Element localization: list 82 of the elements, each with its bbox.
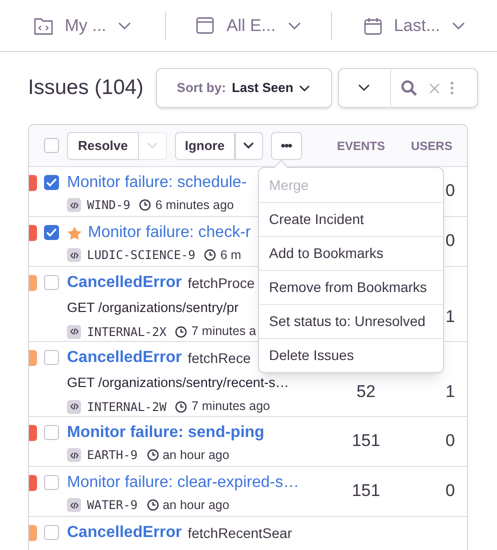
timestamp: 7 minutes ago — [191, 398, 270, 416]
code-icon — [67, 198, 81, 212]
chevron-down-icon — [299, 84, 310, 92]
issue-title[interactable]: CancelledError — [67, 346, 182, 370]
resolve-button[interactable]: Resolve — [67, 132, 139, 160]
checkbox[interactable] — [44, 350, 59, 365]
timestamp: 6 minutes ago — [155, 197, 234, 214]
short-id: INTERNAL-2W — [87, 398, 166, 416]
issue-title[interactable]: Monitor failure: schedule- — [67, 171, 247, 195]
chevron-down-icon — [146, 142, 158, 149]
timestamp: an hour ago — [162, 497, 230, 514]
clock-icon — [204, 249, 216, 262]
chevron-down-icon — [118, 22, 132, 30]
issue-culprit: fetchProce — [188, 274, 255, 292]
clock-icon — [139, 199, 152, 212]
more-actions-button[interactable]: ••• — [270, 132, 302, 160]
timestamp: 6 m — [220, 247, 242, 264]
clock-icon — [175, 400, 188, 413]
timestamp: 7 minutes a — [191, 323, 256, 340]
short-id: INTERNAL-2X — [87, 324, 166, 341]
short-id: WIND-9 — [87, 197, 130, 214]
close-icon[interactable] — [428, 82, 440, 94]
issue-title[interactable]: CancelledError — [67, 271, 182, 295]
issue-title[interactable]: Monitor failure: send-ping — [67, 421, 264, 445]
checkbox[interactable] — [44, 138, 59, 153]
clock-icon — [146, 449, 159, 462]
chevron-down-icon — [243, 142, 254, 149]
menu-item[interactable]: Remove from Bookmarks — [259, 270, 443, 304]
user-count: 1 — [446, 306, 455, 328]
search-icon[interactable] — [400, 80, 417, 96]
user-count: 0 — [446, 230, 455, 252]
calendar-icon — [364, 16, 382, 34]
event-count: 151 — [352, 480, 380, 502]
short-id: EARTH-9 — [87, 447, 138, 464]
user-count: 0 — [446, 480, 455, 502]
timestamp: an hour ago — [162, 447, 230, 464]
code-icon — [67, 448, 81, 462]
environment-filter[interactable]: All E... — [165, 12, 331, 40]
menu-item[interactable]: Set status to: Unresolved — [259, 304, 443, 338]
clock-icon — [175, 326, 188, 338]
page-title: Issues (104) — [28, 75, 144, 102]
menu-item[interactable]: Create Incident — [259, 202, 443, 236]
ignore-button[interactable]: Ignore — [174, 132, 235, 160]
more-options-icon[interactable] — [450, 81, 454, 95]
folder-code-icon — [34, 16, 53, 34]
menu-item[interactable]: Add to Bookmarks — [259, 236, 443, 270]
issue-title[interactable]: Monitor failure: check-r — [88, 221, 251, 245]
window-icon — [196, 17, 214, 34]
short-id: LUDIC-SCIENCE-9 — [87, 247, 196, 264]
issue-message: GET /organizations/sentry/recent-s… — [67, 374, 289, 392]
column-header: EVENTS — [337, 138, 386, 154]
event-count: 151 — [352, 430, 380, 452]
clock-icon — [146, 499, 159, 512]
ignore-options-button[interactable] — [234, 132, 263, 160]
checkbox[interactable] — [44, 225, 59, 240]
issue-culprit: fetchRece — [188, 348, 251, 368]
project-filter[interactable]: My ... — [0, 12, 165, 40]
user-count: 0 — [446, 180, 455, 202]
checkbox[interactable] — [44, 175, 59, 190]
code-icon — [67, 498, 81, 512]
code-icon — [67, 400, 81, 414]
menu-item[interactable]: Delete Issues — [259, 338, 443, 372]
checkbox[interactable] — [44, 525, 59, 540]
issue-culprit: fetchRecentSear — [188, 524, 292, 542]
checkbox[interactable] — [44, 275, 59, 290]
column-header: USERS — [411, 138, 451, 154]
user-count: 1 — [446, 381, 455, 403]
chevron-down-icon — [358, 84, 370, 92]
issue-title[interactable]: CancelledError — [67, 521, 182, 545]
checkbox[interactable] — [44, 475, 59, 490]
sort-dropdown[interactable]: Sort by: Last Seen — [156, 68, 332, 108]
date-filter[interactable]: Last... — [331, 12, 497, 40]
chevron-down-icon — [288, 22, 301, 30]
chevron-down-icon — [452, 22, 466, 30]
checkbox[interactable] — [44, 425, 59, 440]
issue-title[interactable]: Monitor failure: clear-expired-s… — [67, 471, 300, 495]
code-icon — [67, 324, 81, 339]
issue-message: GET /organizations/sentry/pr — [67, 299, 239, 317]
short-id: WATER-9 — [87, 497, 138, 514]
code-icon — [67, 248, 81, 262]
user-count: 0 — [446, 430, 455, 452]
event-count: 52 — [356, 381, 376, 403]
